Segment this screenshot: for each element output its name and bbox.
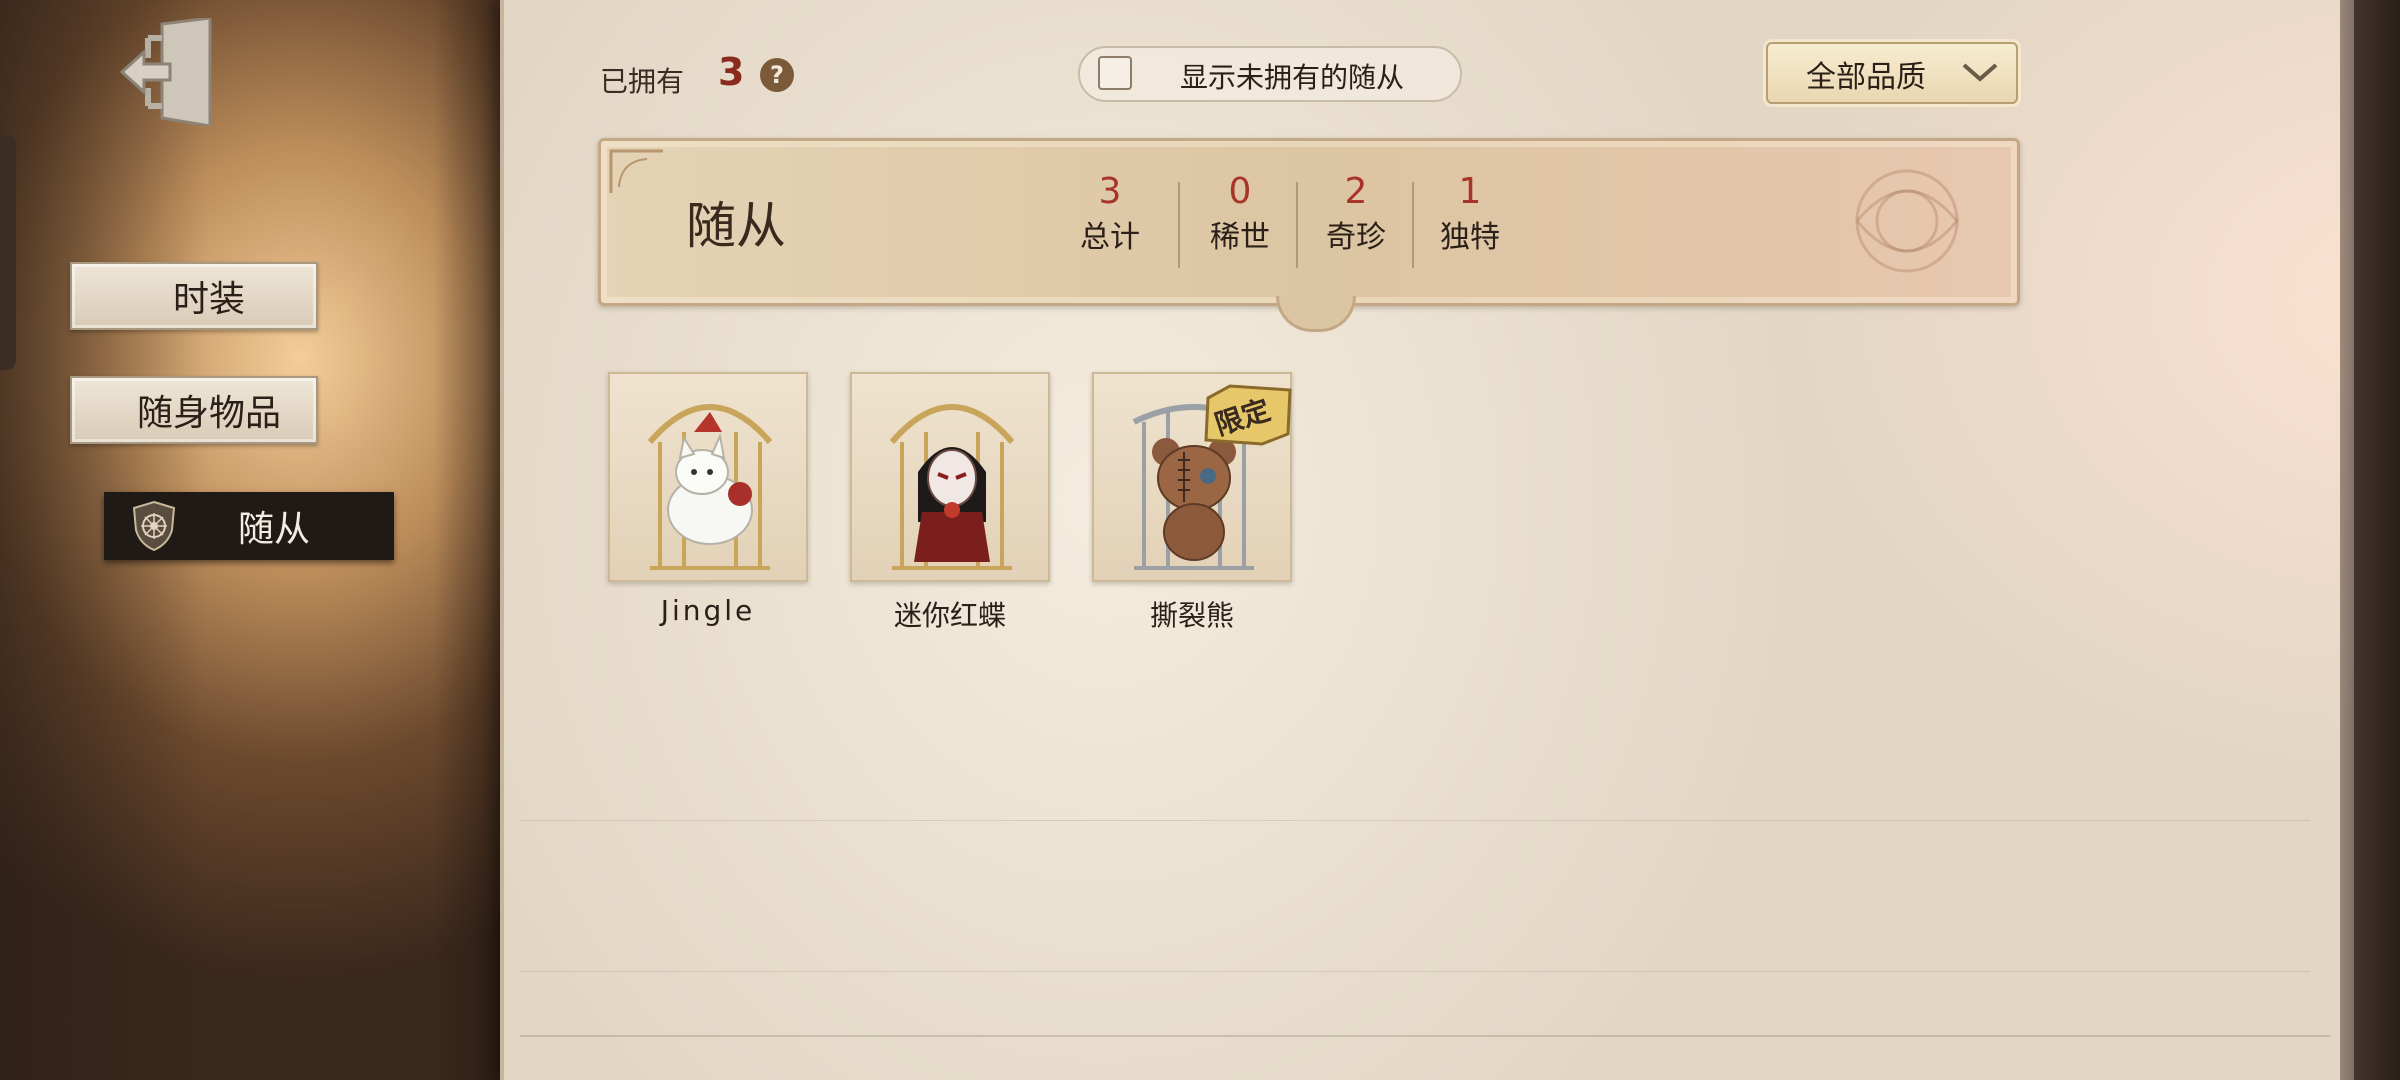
stat-divider — [1178, 182, 1180, 268]
owned-count: 3 — [718, 50, 745, 94]
stat-exquisite: 2 奇珍 — [1298, 168, 1414, 260]
paper-right-shadow — [2340, 0, 2400, 1080]
stat-unique: 1 独特 — [1412, 168, 1528, 260]
sidebar-item-costume[interactable]: 时装 — [70, 262, 318, 330]
sidebar-item-label: 随从 — [237, 509, 310, 550]
owned-label: 已拥有 — [600, 65, 685, 98]
companion-card-jingle[interactable] — [608, 372, 808, 582]
side-edge-tab[interactable] — [0, 135, 16, 370]
stat-label: 独特 — [1440, 220, 1500, 255]
show-unowned-checkbox[interactable] — [1098, 56, 1132, 90]
companion-card-mini-red-butterfly[interactable] — [850, 372, 1050, 582]
stat-total: 3 总计 — [1052, 168, 1168, 260]
stat-label: 稀世 — [1210, 220, 1270, 255]
stat-value: 0 — [1228, 171, 1252, 212]
sidebar-item-accessories[interactable]: 随身物品 — [70, 376, 318, 444]
summary-title: 随从 — [686, 197, 786, 255]
paper-grid-lines — [520, 820, 2310, 972]
banner-floral-ornament — [1855, 169, 1959, 273]
help-icon-glyph: ? — [770, 61, 784, 89]
white-fox-companion-icon — [647, 404, 773, 570]
sidebar-item-companion[interactable]: 随从 — [104, 492, 394, 560]
quality-filter-label: 全部品质 — [1806, 60, 1926, 95]
companion-name: Jingle — [660, 594, 756, 627]
stat-label: 总计 — [1080, 220, 1140, 255]
red-butterfly-companion-icon — [889, 404, 1015, 570]
stat-rare: 0 稀世 — [1182, 168, 1298, 260]
show-unowned-label: 显示未拥有的随从 — [1180, 61, 1405, 94]
help-icon[interactable]: ? — [760, 58, 794, 92]
companion-name: 撕裂熊 — [1149, 599, 1234, 632]
sidebar-item-label: 时装 — [172, 279, 245, 320]
exit-door-icon[interactable] — [118, 18, 218, 126]
stat-value: 1 — [1458, 171, 1482, 212]
stat-value: 3 — [1098, 171, 1122, 212]
companion-name: 迷你红蝶 — [893, 599, 1006, 632]
stat-value: 2 — [1344, 171, 1368, 212]
chevron-down-icon[interactable] — [1962, 62, 1998, 82]
sidebar-item-label: 随身物品 — [136, 393, 281, 434]
stat-label: 奇珍 — [1326, 220, 1386, 255]
shield-emblem-icon — [132, 500, 176, 552]
banner-corner-ornament — [609, 149, 663, 193]
paper-bottom-line — [520, 1035, 2330, 1037]
